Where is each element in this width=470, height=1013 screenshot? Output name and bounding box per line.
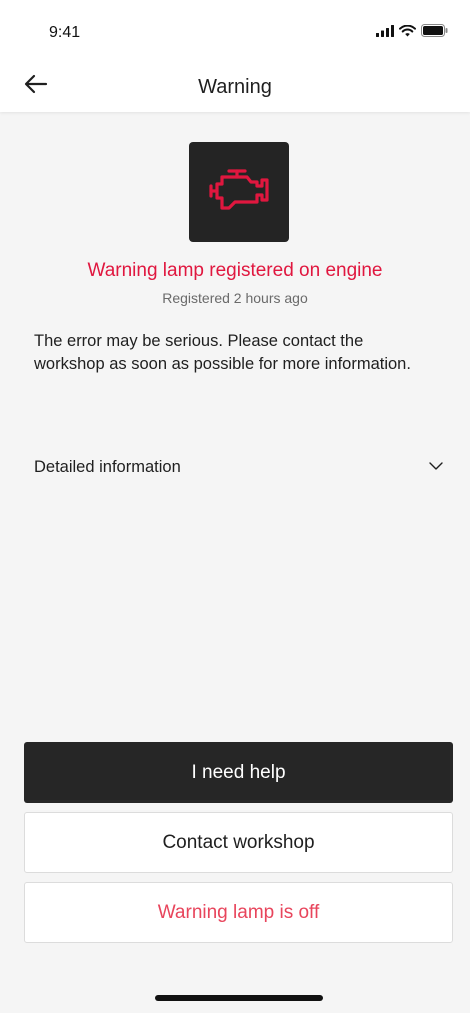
contact-workshop-button[interactable]: Contact workshop: [24, 812, 453, 873]
battery-icon: [421, 24, 448, 42]
warning-message: The error may be serious. Please contact…: [34, 332, 411, 373]
chevron-down-icon: [428, 458, 444, 476]
top-bar: 9:41 Warning: [0, 0, 470, 112]
wifi-icon: [399, 24, 416, 42]
warning-lamp-tile: [189, 142, 289, 242]
warning-headline: Warning lamp registered on engine: [87, 260, 383, 281]
detailed-information-label: Detailed information: [34, 457, 181, 476]
warning-lamp-off-button[interactable]: Warning lamp is off: [24, 882, 453, 943]
status-icons: [376, 24, 448, 42]
signal-icon: [376, 24, 394, 42]
home-indicator[interactable]: [155, 995, 323, 1001]
detailed-information-toggle[interactable]: Detailed information: [34, 454, 444, 480]
status-time: 9:41: [49, 24, 81, 41]
page-title: Warning: [198, 76, 272, 98]
i-need-help-button[interactable]: I need help: [24, 742, 453, 803]
engine-icon: [207, 168, 271, 217]
warning-screen: 9:41 Warning Warning lamp registered on …: [0, 0, 470, 1013]
registered-time: Registered 2 hours ago: [162, 290, 308, 306]
